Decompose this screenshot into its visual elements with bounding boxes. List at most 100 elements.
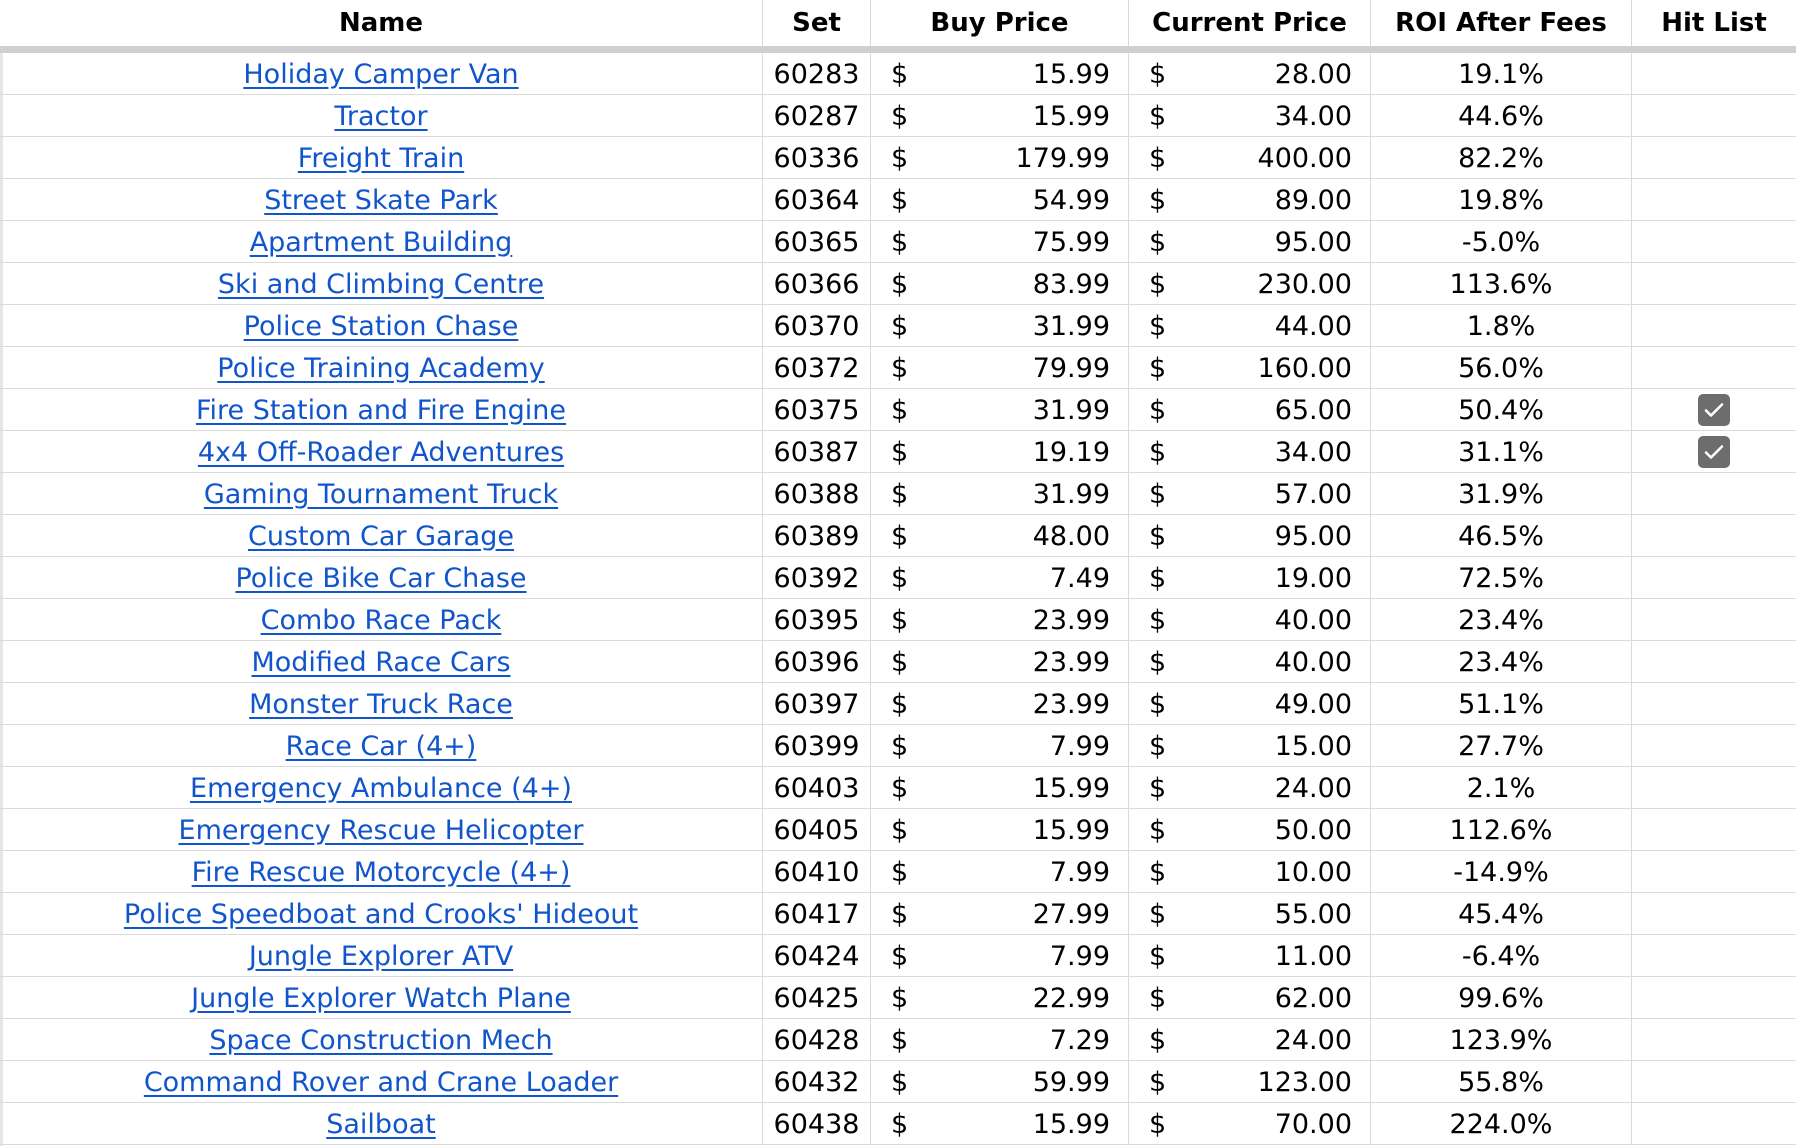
current-price-cell[interactable]: $34.00 bbox=[1129, 95, 1371, 137]
set-number-cell[interactable]: 60397 bbox=[763, 683, 871, 725]
buy-price-cell[interactable]: $22.99 bbox=[871, 977, 1129, 1019]
checkbox-checked-icon[interactable] bbox=[1698, 436, 1730, 468]
roi-cell[interactable]: 45.4% bbox=[1371, 893, 1632, 935]
current-price-cell[interactable]: $62.00 bbox=[1129, 977, 1371, 1019]
buy-price-cell[interactable]: $31.99 bbox=[871, 305, 1129, 347]
current-price-cell[interactable]: $70.00 bbox=[1129, 1103, 1371, 1145]
header-roi-after-fees[interactable]: ROI After Fees bbox=[1371, 0, 1632, 46]
set-number-cell[interactable]: 60283 bbox=[763, 53, 871, 95]
set-number-cell[interactable]: 60366 bbox=[763, 263, 871, 305]
roi-cell[interactable]: 23.4% bbox=[1371, 599, 1632, 641]
buy-price-cell[interactable]: $27.99 bbox=[871, 893, 1129, 935]
set-name-link[interactable]: Custom Car Garage bbox=[248, 521, 514, 552]
buy-price-cell[interactable]: $19.19 bbox=[871, 431, 1129, 473]
set-number-cell[interactable]: 60405 bbox=[763, 809, 871, 851]
current-price-cell[interactable]: $40.00 bbox=[1129, 599, 1371, 641]
hit-list-cell[interactable] bbox=[1632, 809, 1796, 851]
hit-list-cell[interactable] bbox=[1632, 1061, 1796, 1103]
buy-price-cell[interactable]: $7.99 bbox=[871, 851, 1129, 893]
hit-list-cell[interactable] bbox=[1632, 53, 1796, 95]
hit-list-cell[interactable] bbox=[1632, 599, 1796, 641]
current-price-cell[interactable]: $40.00 bbox=[1129, 641, 1371, 683]
current-price-cell[interactable]: $123.00 bbox=[1129, 1061, 1371, 1103]
roi-cell[interactable]: 56.0% bbox=[1371, 347, 1632, 389]
current-price-cell[interactable]: $34.00 bbox=[1129, 431, 1371, 473]
roi-cell[interactable]: 99.6% bbox=[1371, 977, 1632, 1019]
set-number-cell[interactable]: 60424 bbox=[763, 935, 871, 977]
buy-price-cell[interactable]: $31.99 bbox=[871, 389, 1129, 431]
set-number-cell[interactable]: 60389 bbox=[763, 515, 871, 557]
current-price-cell[interactable]: $49.00 bbox=[1129, 683, 1371, 725]
set-number-cell[interactable]: 60372 bbox=[763, 347, 871, 389]
buy-price-cell[interactable]: $23.99 bbox=[871, 599, 1129, 641]
roi-cell[interactable]: 23.4% bbox=[1371, 641, 1632, 683]
roi-cell[interactable]: 1.8% bbox=[1371, 305, 1632, 347]
hit-list-cell[interactable] bbox=[1632, 179, 1796, 221]
set-number-cell[interactable]: 60392 bbox=[763, 557, 871, 599]
buy-price-cell[interactable]: $15.99 bbox=[871, 95, 1129, 137]
roi-cell[interactable]: 19.8% bbox=[1371, 179, 1632, 221]
set-name-link[interactable]: Sailboat bbox=[326, 1109, 435, 1140]
current-price-cell[interactable]: $24.00 bbox=[1129, 1019, 1371, 1061]
set-name-link[interactable]: Police Bike Car Chase bbox=[235, 563, 526, 594]
buy-price-cell[interactable]: $15.99 bbox=[871, 53, 1129, 95]
hit-list-cell[interactable] bbox=[1632, 305, 1796, 347]
hit-list-cell[interactable] bbox=[1632, 683, 1796, 725]
buy-price-cell[interactable]: $7.99 bbox=[871, 725, 1129, 767]
set-name-link[interactable]: 4x4 Off-Roader Adventures bbox=[198, 437, 564, 468]
set-name-link[interactable]: Space Construction Mech bbox=[209, 1025, 552, 1056]
buy-price-cell[interactable]: $54.99 bbox=[871, 179, 1129, 221]
checkbox-checked-icon[interactable] bbox=[1698, 394, 1730, 426]
current-price-cell[interactable]: $10.00 bbox=[1129, 851, 1371, 893]
hit-list-cell[interactable] bbox=[1632, 977, 1796, 1019]
set-number-cell[interactable]: 60395 bbox=[763, 599, 871, 641]
hit-list-cell[interactable] bbox=[1632, 95, 1796, 137]
current-price-cell[interactable]: $400.00 bbox=[1129, 137, 1371, 179]
set-number-cell[interactable]: 60370 bbox=[763, 305, 871, 347]
set-number-cell[interactable]: 60375 bbox=[763, 389, 871, 431]
buy-price-cell[interactable]: $7.29 bbox=[871, 1019, 1129, 1061]
hit-list-cell[interactable] bbox=[1632, 389, 1796, 431]
set-number-cell[interactable]: 60336 bbox=[763, 137, 871, 179]
hit-list-cell[interactable] bbox=[1632, 851, 1796, 893]
set-name-link[interactable]: Apartment Building bbox=[250, 227, 513, 258]
current-price-cell[interactable]: $44.00 bbox=[1129, 305, 1371, 347]
current-price-cell[interactable]: $55.00 bbox=[1129, 893, 1371, 935]
set-number-cell[interactable]: 60365 bbox=[763, 221, 871, 263]
header-current-price[interactable]: Current Price bbox=[1129, 0, 1371, 46]
buy-price-cell[interactable]: $23.99 bbox=[871, 641, 1129, 683]
current-price-cell[interactable]: $230.00 bbox=[1129, 263, 1371, 305]
buy-price-cell[interactable]: $15.99 bbox=[871, 767, 1129, 809]
set-name-link[interactable]: Race Car (4+) bbox=[286, 731, 477, 762]
hit-list-cell[interactable] bbox=[1632, 725, 1796, 767]
set-name-link[interactable]: Police Speedboat and Crooks' Hideout bbox=[124, 899, 638, 930]
hit-list-cell[interactable] bbox=[1632, 557, 1796, 599]
set-number-cell[interactable]: 60403 bbox=[763, 767, 871, 809]
set-name-link[interactable]: Tractor bbox=[334, 101, 427, 132]
set-number-cell[interactable]: 60410 bbox=[763, 851, 871, 893]
buy-price-cell[interactable]: $23.99 bbox=[871, 683, 1129, 725]
buy-price-cell[interactable]: $179.99 bbox=[871, 137, 1129, 179]
set-name-link[interactable]: Emergency Rescue Helicopter bbox=[179, 815, 584, 846]
hit-list-cell[interactable] bbox=[1632, 263, 1796, 305]
set-name-link[interactable]: Police Station Chase bbox=[244, 311, 519, 342]
set-name-link[interactable]: Gaming Tournament Truck bbox=[204, 479, 558, 510]
roi-cell[interactable]: 55.8% bbox=[1371, 1061, 1632, 1103]
hit-list-cell[interactable] bbox=[1632, 347, 1796, 389]
set-name-link[interactable]: Police Training Academy bbox=[217, 353, 544, 384]
current-price-cell[interactable]: $15.00 bbox=[1129, 725, 1371, 767]
hit-list-cell[interactable] bbox=[1632, 221, 1796, 263]
set-number-cell[interactable]: 60428 bbox=[763, 1019, 871, 1061]
buy-price-cell[interactable]: $7.49 bbox=[871, 557, 1129, 599]
header-name[interactable]: Name bbox=[0, 0, 763, 46]
roi-cell[interactable]: 72.5% bbox=[1371, 557, 1632, 599]
set-name-link[interactable]: Modified Race Cars bbox=[251, 647, 510, 678]
current-price-cell[interactable]: $28.00 bbox=[1129, 53, 1371, 95]
current-price-cell[interactable]: $89.00 bbox=[1129, 179, 1371, 221]
hit-list-cell[interactable] bbox=[1632, 431, 1796, 473]
roi-cell[interactable]: 50.4% bbox=[1371, 389, 1632, 431]
current-price-cell[interactable]: $57.00 bbox=[1129, 473, 1371, 515]
roi-cell[interactable]: 123.9% bbox=[1371, 1019, 1632, 1061]
header-hit-list[interactable]: Hit List bbox=[1632, 0, 1796, 46]
hit-list-cell[interactable] bbox=[1632, 1103, 1796, 1145]
